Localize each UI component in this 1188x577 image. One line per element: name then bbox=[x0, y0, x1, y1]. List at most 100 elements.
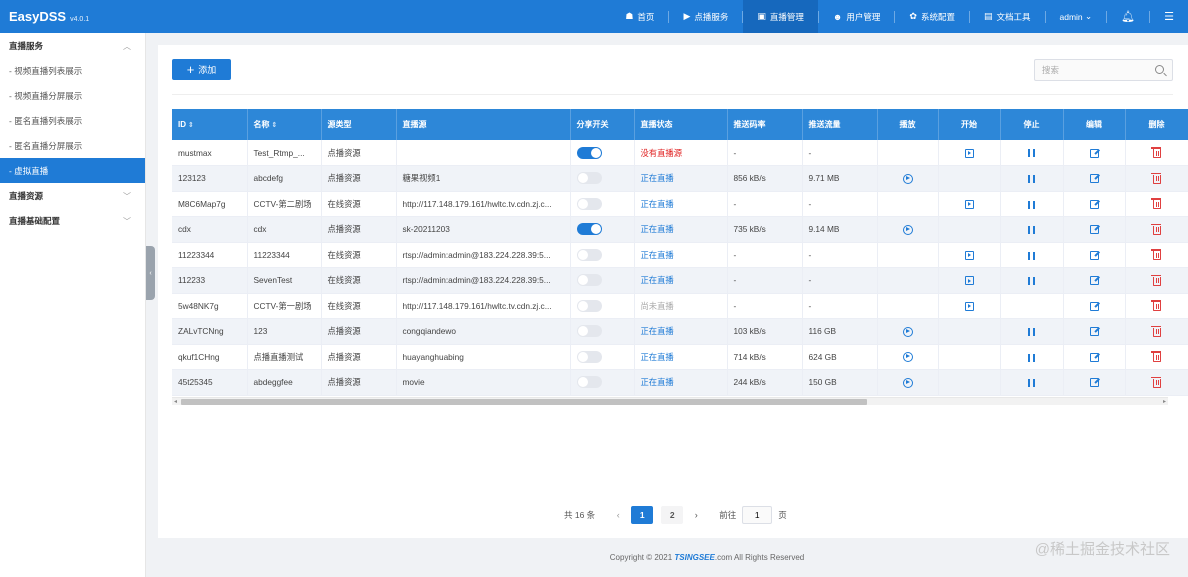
start-icon[interactable] bbox=[964, 199, 974, 209]
scroll-left-icon[interactable]: ◂ bbox=[174, 398, 177, 405]
share-toggle[interactable] bbox=[576, 146, 602, 159]
sidebar-item-virtual-live[interactable]: - 虚拟直播 bbox=[0, 158, 145, 183]
share-toggle[interactable] bbox=[576, 299, 602, 312]
pause-icon[interactable] bbox=[1028, 379, 1035, 388]
cell-stop bbox=[1000, 344, 1064, 370]
pause-icon[interactable] bbox=[1028, 277, 1035, 286]
trash-icon[interactable] bbox=[1151, 351, 1161, 363]
sidebar-group-live-service[interactable]: 直播服务 ︿ bbox=[0, 33, 145, 58]
start-icon[interactable] bbox=[964, 250, 974, 260]
pause-icon[interactable] bbox=[1028, 251, 1035, 260]
sidebar-item-live-split[interactable]: - 视频直播分屏展示 bbox=[0, 83, 145, 108]
virtual-live-table: ID ⇕ 名称 ⇕ 源类型 直播源 分享开关 直播状态 推送码率 推送流量 播放 开… bbox=[172, 109, 1188, 396]
sidebar-item-anon-split[interactable]: - 匿名直播分屏展示 bbox=[0, 133, 145, 158]
trash-icon[interactable] bbox=[1151, 325, 1161, 337]
share-toggle[interactable] bbox=[576, 274, 602, 287]
edit-icon[interactable] bbox=[1089, 250, 1099, 260]
sort-icon[interactable]: ⇕ bbox=[272, 122, 278, 129]
share-toggle[interactable] bbox=[576, 172, 602, 185]
cell-id: 112233 bbox=[172, 267, 248, 294]
cell-id: 123123 bbox=[172, 165, 248, 192]
start-icon[interactable] bbox=[964, 301, 974, 311]
pause-icon[interactable] bbox=[1028, 328, 1035, 337]
hamburger-menu-icon[interactable]: ☰ bbox=[1150, 0, 1188, 33]
scrollbar-thumb[interactable] bbox=[181, 399, 867, 405]
table-row: M8C6Map7g CCTV-第二剧场 在线资源 http://117.148.179… bbox=[172, 191, 1188, 217]
add-button[interactable]: + 添加 bbox=[172, 59, 231, 80]
play-icon[interactable] bbox=[902, 326, 913, 337]
scroll-right-icon[interactable]: ▸ bbox=[1163, 398, 1166, 405]
nav-live-management[interactable]: ▣ 直播管理 bbox=[743, 0, 818, 33]
sort-icon[interactable]: ⇕ bbox=[188, 122, 194, 129]
edit-icon[interactable] bbox=[1089, 327, 1099, 337]
start-icon[interactable] bbox=[964, 276, 974, 286]
trash-icon[interactable] bbox=[1151, 249, 1161, 261]
play-icon[interactable] bbox=[902, 173, 913, 184]
sidebar-collapse-handle[interactable]: ‹ bbox=[146, 246, 155, 300]
edit-icon[interactable] bbox=[1089, 378, 1099, 388]
cell-bitrate: 735 kB/s bbox=[727, 216, 803, 243]
share-toggle[interactable] bbox=[576, 376, 602, 389]
nav-doc-tools[interactable]: ▤ 文档工具 bbox=[970, 0, 1045, 33]
cell-source: 糖果视频1 bbox=[396, 165, 571, 192]
trash-icon[interactable] bbox=[1151, 147, 1161, 159]
share-toggle[interactable] bbox=[576, 223, 602, 236]
page-1[interactable]: 1 bbox=[631, 506, 654, 524]
start-icon[interactable] bbox=[964, 148, 974, 158]
share-toggle[interactable] bbox=[576, 197, 602, 210]
search-icon[interactable] bbox=[1155, 65, 1164, 74]
pause-icon[interactable] bbox=[1028, 226, 1035, 235]
cell-source: movie bbox=[396, 369, 571, 396]
brand[interactable]: EasyDSS v4.0.1 bbox=[0, 9, 220, 24]
pause-icon[interactable] bbox=[1028, 149, 1035, 158]
nav-user-management[interactable]: ☻ 用户管理 bbox=[819, 0, 895, 33]
play-icon[interactable] bbox=[902, 377, 913, 388]
share-toggle[interactable] bbox=[576, 248, 602, 261]
user-menu[interactable]: admin ⌄ bbox=[1046, 0, 1107, 33]
cell-bitrate: - bbox=[727, 293, 803, 319]
sidebar-group-live-config[interactable]: 直播基础配置 ﹀ bbox=[0, 208, 145, 233]
next-page-icon[interactable]: › bbox=[687, 510, 705, 520]
edit-icon[interactable] bbox=[1089, 174, 1099, 184]
horizontal-scrollbar[interactable]: ◂ ▸ bbox=[172, 397, 1168, 405]
cell-edit bbox=[1063, 369, 1126, 396]
col-header-name[interactable]: 名称 ⇕ bbox=[247, 109, 322, 140]
page-2[interactable]: 2 bbox=[661, 506, 684, 524]
bell-icon[interactable]: 🔔︎ bbox=[1107, 0, 1149, 33]
search-input[interactable] bbox=[1035, 65, 1145, 75]
cell-id: ZALvTCNng bbox=[172, 318, 248, 345]
goto-page-input[interactable] bbox=[742, 506, 773, 524]
top-nav: ☗ 首页 ▶ 点播服务 ▣ 直播管理 ☻ 用户管理 ✿ 系统配置 ▤ 文档工具 admin … bbox=[611, 0, 1188, 33]
edit-icon[interactable] bbox=[1089, 301, 1099, 311]
trash-icon[interactable] bbox=[1151, 274, 1161, 286]
trash-icon[interactable] bbox=[1151, 172, 1161, 184]
edit-icon[interactable] bbox=[1089, 225, 1099, 235]
pause-icon[interactable] bbox=[1028, 175, 1035, 184]
cell-start bbox=[938, 165, 1001, 192]
play-icon[interactable] bbox=[902, 224, 913, 235]
sidebar-item-live-list[interactable]: - 视频直播列表展示 bbox=[0, 58, 145, 83]
prev-page-icon[interactable]: ‹ bbox=[609, 510, 627, 520]
sidebar-group-live-resources[interactable]: 直播资源 ﹀ bbox=[0, 183, 145, 208]
trash-icon[interactable] bbox=[1151, 376, 1161, 388]
share-toggle[interactable] bbox=[576, 350, 602, 363]
brand-name: EasyDSS bbox=[9, 9, 67, 24]
nav-vod-service[interactable]: ▶ 点播服务 bbox=[669, 0, 742, 33]
nav-home[interactable]: ☗ 首页 bbox=[611, 0, 668, 33]
sidebar-item-anon-list[interactable]: - 匿名直播列表展示 bbox=[0, 108, 145, 133]
trash-icon[interactable] bbox=[1151, 198, 1161, 210]
col-header-id[interactable]: ID ⇕ bbox=[172, 109, 248, 140]
edit-icon[interactable] bbox=[1089, 148, 1099, 158]
edit-icon[interactable] bbox=[1089, 352, 1099, 362]
cell-type: 在线资源 bbox=[321, 191, 397, 217]
trash-icon[interactable] bbox=[1151, 300, 1161, 312]
cell-name: abdeggfee bbox=[247, 369, 322, 396]
edit-icon[interactable] bbox=[1089, 276, 1099, 286]
share-toggle[interactable] bbox=[576, 325, 602, 338]
play-icon[interactable] bbox=[902, 352, 913, 363]
pause-icon[interactable] bbox=[1028, 353, 1035, 362]
edit-icon[interactable] bbox=[1089, 199, 1099, 209]
nav-system-config[interactable]: ✿ 系统配置 bbox=[895, 0, 969, 33]
trash-icon[interactable] bbox=[1151, 223, 1161, 235]
pause-icon[interactable] bbox=[1028, 200, 1035, 209]
